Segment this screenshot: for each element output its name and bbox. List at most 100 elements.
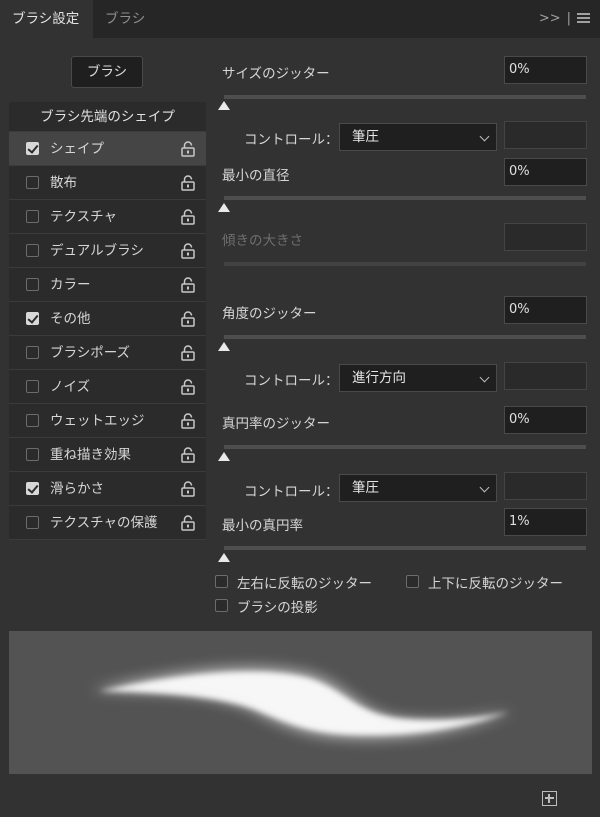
min-roundness-thumb[interactable] [218, 553, 230, 562]
lock-icon[interactable] [181, 413, 195, 429]
brush-stroke-preview [9, 631, 592, 774]
min-roundness-slider[interactable] [224, 546, 586, 550]
angle-jitter-label: 角度のジッター [222, 306, 317, 322]
lock-icon[interactable] [181, 243, 195, 259]
chevron-down-icon [479, 372, 490, 383]
lock-icon[interactable] [181, 175, 195, 191]
list-item[interactable]: ノイズ [9, 370, 206, 404]
min-diameter-slider[interactable] [224, 196, 586, 200]
roundness-jitter-field[interactable]: 0% [504, 406, 587, 434]
brush-stroke-graphic [89, 666, 514, 739]
list-item-label: シェイプ [50, 141, 104, 157]
angle-jitter-slider[interactable] [224, 335, 586, 339]
list-item-label: 滑らかさ [50, 481, 104, 497]
list-item-label: テクスチャ [50, 209, 117, 225]
lock-icon[interactable] [181, 379, 195, 395]
option-checkbox[interactable] [26, 516, 39, 529]
list-item[interactable]: 重ね描き効果 [9, 438, 206, 472]
menu-separator: | [566, 11, 571, 26]
size-control-select[interactable]: 筆圧 [339, 123, 497, 151]
create-new-brush-icon[interactable] [542, 791, 557, 806]
angle-control-value: 進行方向 [352, 370, 406, 386]
option-checkbox[interactable] [26, 380, 39, 393]
hamburger-menu-icon[interactable] [577, 13, 590, 23]
lock-icon[interactable] [181, 277, 195, 293]
angle-jitter-field[interactable]: 0% [504, 296, 587, 324]
lock-icon[interactable] [181, 447, 195, 463]
min-diameter-label: 最小の直径 [222, 168, 290, 184]
list-item[interactable]: ブラシポーズ [9, 336, 206, 370]
tab-brush[interactable]: ブラシ [93, 0, 157, 38]
size-control-field [504, 121, 587, 149]
lock-icon[interactable] [181, 311, 195, 327]
angle-control-select[interactable]: 進行方向 [339, 364, 497, 392]
lock-icon[interactable] [181, 515, 195, 531]
tab-brush-settings[interactable]: ブラシ設定 [0, 0, 93, 38]
option-checkbox[interactable] [26, 244, 39, 257]
min-diameter-thumb[interactable] [218, 203, 230, 212]
size-control-value: 筆圧 [352, 129, 379, 145]
list-item-label: ブラシポーズ [50, 345, 131, 361]
lock-icon[interactable] [181, 345, 195, 361]
lock-icon[interactable] [181, 209, 195, 225]
list-item-label: 散布 [50, 175, 77, 191]
lock-icon[interactable] [181, 481, 195, 497]
roundness-jitter-thumb[interactable] [218, 452, 230, 461]
tab-bar: ブラシ設定 ブラシ >> | [0, 0, 600, 38]
list-item[interactable]: デュアルブラシ [9, 234, 206, 268]
brush-options-list: ブラシ先端のシェイプ シェイプ散布テクスチャデュアルブラシ カラーその他ブラシポー… [9, 102, 206, 540]
option-checkbox[interactable] [26, 176, 39, 189]
size-jitter-field[interactable]: 0% [504, 56, 587, 84]
list-item[interactable]: シェイプ [9, 132, 206, 166]
list-item[interactable]: その他 [9, 302, 206, 336]
list-item-label: テクスチャの保護 [50, 515, 158, 531]
list-item[interactable]: ウェットエッジ [9, 404, 206, 438]
option-checkbox[interactable] [26, 210, 39, 223]
list-item-label: 重ね描き効果 [50, 447, 131, 463]
size-jitter-thumb[interactable] [218, 101, 230, 110]
min-roundness-label: 最小の真円率 [222, 518, 303, 534]
list-item-label: ウェットエッジ [50, 413, 145, 429]
tilt-scale-field [504, 223, 587, 251]
chevron-down-icon [479, 131, 490, 142]
roundness-control-select[interactable]: 筆圧 [339, 474, 497, 502]
brush-tip-shape-header[interactable]: ブラシ先端のシェイプ [9, 102, 206, 132]
flip-x-label: 左右に反転のジッター [237, 576, 372, 592]
list-item[interactable]: テクスチャの保護 [9, 506, 206, 540]
list-item[interactable]: 滑らかさ [9, 472, 206, 506]
brush-projection-checkbox[interactable] [215, 599, 228, 612]
roundness-control-value: 筆圧 [352, 480, 379, 496]
option-checkbox[interactable] [26, 312, 39, 325]
option-checkbox[interactable] [26, 142, 39, 155]
size-jitter-slider[interactable] [224, 95, 586, 99]
tilt-scale-label: 傾きの大きさ [222, 233, 303, 249]
option-checkbox[interactable] [26, 448, 39, 461]
option-checkbox[interactable] [26, 414, 39, 427]
panel-footer [0, 778, 600, 817]
option-checkbox[interactable] [26, 278, 39, 291]
list-item-label: その他 [50, 311, 91, 327]
list-item[interactable]: カラー [9, 268, 206, 302]
option-checkbox[interactable] [26, 482, 39, 495]
option-checkbox[interactable] [26, 346, 39, 359]
roundness-control-label: コントロール： [244, 484, 339, 500]
roundness-jitter-slider[interactable] [224, 445, 586, 449]
roundness-control-field [504, 472, 587, 500]
brush-projection-label: ブラシの投影 [237, 600, 318, 616]
list-item[interactable]: テクスチャ [9, 200, 206, 234]
flip-x-checkbox[interactable] [215, 575, 228, 588]
list-item[interactable]: 散布 [9, 166, 206, 200]
angle-jitter-thumb[interactable] [218, 342, 230, 351]
chevron-down-icon [479, 482, 490, 493]
min-diameter-field[interactable]: 0% [504, 158, 587, 186]
flip-y-checkbox[interactable] [406, 575, 419, 588]
brush-preset-button[interactable]: ブラシ [71, 56, 143, 88]
min-roundness-field[interactable]: 1% [504, 508, 587, 536]
list-item-label: デュアルブラシ [50, 243, 144, 259]
lock-icon[interactable] [181, 141, 195, 157]
brush-settings-panel: ブラシ設定 ブラシ >> | ブラシ ブラシ先端のシェイプ シェイプ散布テクスチャ… [0, 0, 600, 817]
size-jitter-label: サイズのジッター [222, 66, 330, 82]
collapse-panel-icon[interactable]: >> [539, 11, 561, 26]
size-control-label: コントロール： [244, 132, 339, 148]
list-item-label: カラー [50, 277, 91, 293]
